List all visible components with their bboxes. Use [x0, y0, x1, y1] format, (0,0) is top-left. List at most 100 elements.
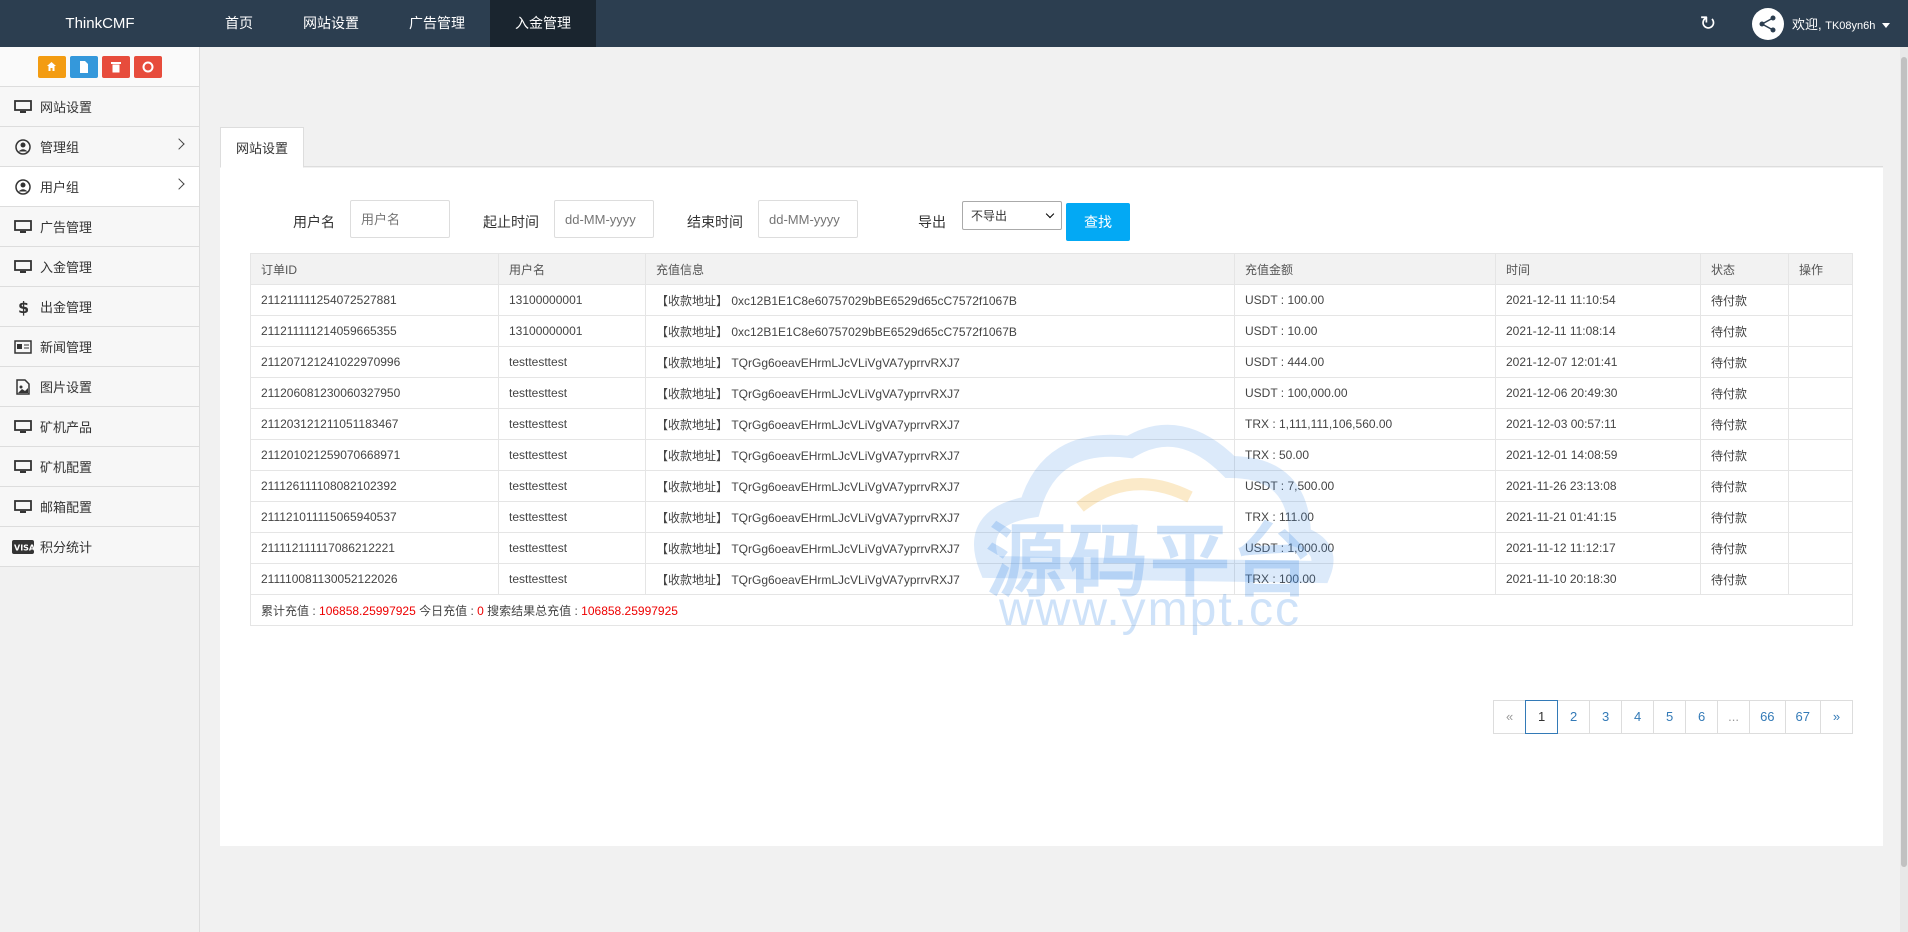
- cell-time: 2021-12-06 20:49:30: [1495, 377, 1701, 409]
- refresh-icon[interactable]: ↻: [1688, 11, 1728, 36]
- sidebar-item[interactable]: 矿机产品: [0, 407, 199, 447]
- cell-id: 211206081230060327950: [250, 377, 499, 409]
- tab-site-settings[interactable]: 网站设置: [220, 127, 305, 168]
- caret-down-icon: [1882, 23, 1890, 29]
- cell-status: 待付款: [1700, 501, 1789, 533]
- page-link[interactable]: 2: [1557, 700, 1591, 734]
- table-row[interactable]: 211201021259070668971 testtesttest 【收款地址】 …: [250, 439, 1853, 471]
- cell-status: 待付款: [1700, 563, 1789, 595]
- sidebar-item-label: 网站设置: [40, 100, 93, 115]
- table-row[interactable]: 211110081130052122026 testtesttest 【收款地址】 …: [250, 563, 1853, 595]
- table-row[interactable]: 211207121241022970996 testtesttest 【收款地址】 …: [250, 346, 1853, 378]
- cell-info: 【收款地址】 TQrGg6oeavEHrmLJcVLiVgVA7yprrvRXJ…: [645, 470, 1235, 502]
- table-row[interactable]: 211121011115065940537 testtesttest 【收款地址】 …: [250, 501, 1853, 533]
- summary-row: 累计充值 : 106858.25997925 今日充值 : 0 搜索结果总充值 …: [250, 594, 1853, 626]
- cell-id: 211207121241022970996: [250, 346, 499, 378]
- filter-form: 用户名 起止时间 结束时间 导出 不导出 查找: [220, 168, 1883, 248]
- table-row[interactable]: 211206081230060327950 testtesttest 【收款地址】 …: [250, 377, 1853, 409]
- cell-amount: TRX : 50.00: [1234, 439, 1496, 471]
- sidebar-item[interactable]: 新闻管理: [0, 327, 199, 367]
- page-link[interactable]: 6: [1685, 700, 1719, 734]
- user-circle-icon: [12, 138, 34, 156]
- sidebar-item[interactable]: 网站设置: [0, 87, 199, 127]
- end-date-input[interactable]: [758, 200, 858, 238]
- orders-table: 订单ID 用户名 充值信息 充值金额 时间 状态 操作 211211111254072527…: [250, 253, 1853, 626]
- top-nav-item[interactable]: 首页: [200, 0, 278, 47]
- username-label: 用户名: [293, 214, 335, 230]
- sidebar-item-label: 用户组: [40, 180, 80, 195]
- sidebar-item[interactable]: 管理组: [0, 127, 199, 167]
- page-link[interactable]: 4: [1621, 700, 1655, 734]
- monitor-icon: [12, 498, 34, 516]
- top-right: ↻ 欢迎, TK08yn6h: [1688, 0, 1908, 47]
- page-link[interactable]: 66: [1749, 700, 1786, 734]
- chevron-right-icon: [173, 178, 185, 190]
- cell-id: 211203121211051183467: [250, 408, 499, 440]
- top-nav-item[interactable]: 入金管理: [490, 0, 596, 47]
- sidebar-item[interactable]: 入金管理: [0, 247, 199, 287]
- sidebar-item[interactable]: VISA 积分统计: [0, 527, 199, 567]
- file-icon[interactable]: [69, 55, 98, 78]
- sidebar-item[interactable]: 广告管理: [0, 207, 199, 247]
- top-nav-item[interactable]: 网站设置: [278, 0, 384, 47]
- column-header: 订单ID: [250, 253, 499, 285]
- cell-id: 211201021259070668971: [250, 439, 499, 471]
- scrollbar-thumb[interactable]: [1901, 57, 1907, 867]
- sidebar-item[interactable]: 图片设置: [0, 367, 199, 407]
- page-link[interactable]: 3: [1589, 700, 1623, 734]
- column-header: 充值金额: [1234, 253, 1496, 285]
- page-link[interactable]: 67: [1784, 700, 1821, 734]
- sidebar-item[interactable]: 邮箱配置: [0, 487, 199, 527]
- table-row[interactable]: 211203121211051183467 testtesttest 【收款地址】 …: [250, 408, 1853, 440]
- page-scrollbar[interactable]: [1900, 47, 1908, 932]
- top-nav: 首页 网站设置 广告管理 入金管理: [200, 0, 596, 47]
- content-panel: 用户名 起止时间 结束时间 导出 不导出 查找 订单ID用户名充值信息充值金额时…: [220, 168, 1883, 846]
- top-bar: ThinkCMF 首页 网站设置 广告管理 入金管理 ↻ 欢迎, TK08yn6h: [0, 0, 1908, 47]
- avatar[interactable]: [1751, 7, 1784, 40]
- sidebar-item[interactable]: 用户组: [0, 167, 199, 207]
- cell-user: testtesttest: [498, 439, 646, 471]
- sidebar-item[interactable]: $ 出金管理: [0, 287, 199, 327]
- page-link[interactable]: 5: [1653, 700, 1687, 734]
- user-menu[interactable]: 欢迎, TK08yn6h: [1792, 14, 1890, 33]
- cell-time: 2021-12-11 11:08:14: [1495, 315, 1701, 347]
- cell-time: 2021-11-26 23:13:08: [1495, 470, 1701, 502]
- table-row[interactable]: 211211111214059665355 13100000001 【收款地址】 0…: [250, 315, 1853, 347]
- cell-amount: TRX : 100.00: [1234, 563, 1496, 595]
- cell-time: 2021-11-21 01:41:15: [1495, 501, 1701, 533]
- page-link[interactable]: 1: [1525, 700, 1559, 734]
- page-link[interactable]: «: [1493, 700, 1527, 734]
- table-row[interactable]: 211112111117086212221 testtesttest 【收款地址】 …: [250, 532, 1853, 564]
- cell-user: testtesttest: [498, 470, 646, 502]
- cell-amount: USDT : 100,000.00: [1234, 377, 1496, 409]
- svg-text:VISA: VISA: [14, 543, 34, 552]
- search-button[interactable]: 查找: [1066, 203, 1130, 241]
- top-nav-item[interactable]: 广告管理: [384, 0, 490, 47]
- cell-time: 2021-12-01 14:08:59: [1495, 439, 1701, 471]
- sidebar-item-label: 出金管理: [40, 300, 93, 315]
- table-row[interactable]: 211211111254072527881 13100000001 【收款地址】 0…: [250, 284, 1853, 316]
- cell-status: 待付款: [1700, 315, 1789, 347]
- cell-amount: USDT : 444.00: [1234, 346, 1496, 378]
- sidebar-item-label: 入金管理: [40, 260, 93, 275]
- sidebar-item[interactable]: 矿机配置: [0, 447, 199, 487]
- home-icon[interactable]: [37, 55, 66, 78]
- table-body: 211211111254072527881 13100000001 【收款地址】 0…: [250, 284, 1853, 595]
- cell-time: 2021-12-07 12:01:41: [1495, 346, 1701, 378]
- export-select[interactable]: 不导出: [962, 201, 1062, 230]
- page-link[interactable]: »: [1820, 700, 1853, 734]
- summary-cell: 累计充值 : 106858.25997925 今日充值 : 0 搜索结果总充值 …: [250, 594, 1853, 626]
- recycle-icon[interactable]: [133, 55, 162, 78]
- cell-amount: TRX : 1,111,111,106,560.00: [1234, 408, 1496, 440]
- table-row[interactable]: 211126111108082102392 testtesttest 【收款地址】 …: [250, 470, 1853, 502]
- trash-icon[interactable]: [101, 55, 130, 78]
- start-date-input[interactable]: [554, 200, 654, 238]
- cell-info: 【收款地址】 TQrGg6oeavEHrmLJcVLiVgVA7yprrvRXJ…: [645, 377, 1235, 409]
- brand-logo[interactable]: ThinkCMF: [0, 0, 200, 47]
- cell-actions: [1788, 532, 1853, 564]
- cell-status: 待付款: [1700, 346, 1789, 378]
- cell-amount: TRX : 111.00: [1234, 501, 1496, 533]
- search-total-value: 106858.25997925: [581, 603, 678, 618]
- username-input[interactable]: [350, 200, 450, 238]
- cell-amount: USDT : 7,500.00: [1234, 470, 1496, 502]
